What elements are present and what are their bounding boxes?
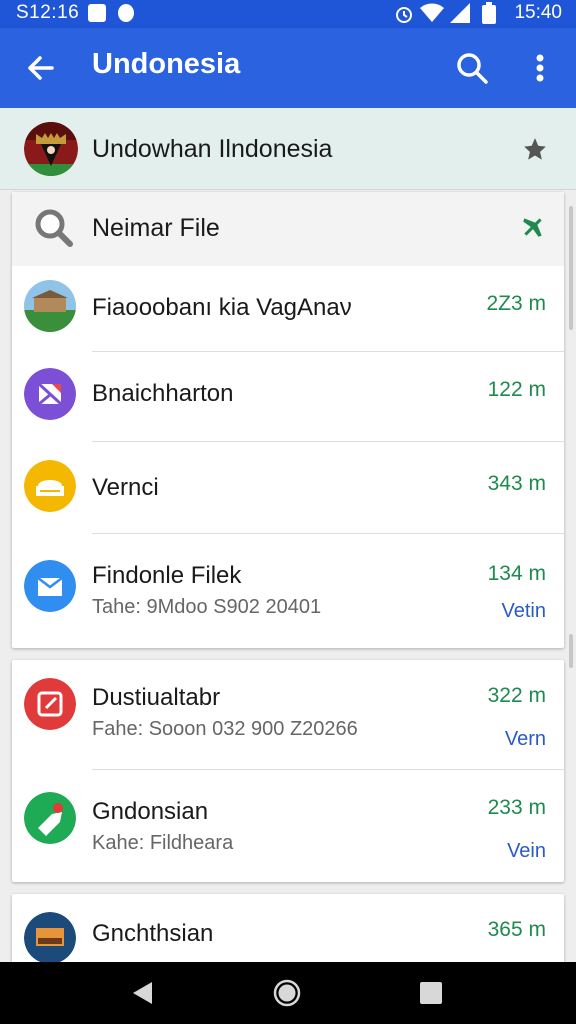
yellow-app-icon [24, 460, 76, 512]
item-distance: 365 m [487, 918, 546, 941]
page-title: Undonesia [92, 48, 241, 80]
item-distance: 122 m [487, 378, 546, 401]
item-name: Fiaooobanı kia VagAnaν [92, 294, 352, 321]
navy-photo-icon [24, 912, 76, 964]
arrow-left-icon[interactable] [22, 50, 58, 86]
list-item[interactable]: Gndonsian Kahe: Fildheara 233 m Vein [12, 770, 564, 882]
magnifier-icon [35, 209, 73, 247]
landmark-photo-icon [24, 280, 76, 332]
nav-back-icon[interactable] [128, 978, 158, 1008]
view-link[interactable]: Vern [505, 728, 546, 751]
alarm-icon [396, 7, 412, 23]
purple-app-icon [24, 368, 76, 420]
item-subtitle: Kahe: Fildheara [92, 832, 234, 854]
results-card: Dustiualtabr Fahe: Sooon 032 900 Z20266 … [12, 660, 564, 882]
status-time-left: S12:16 [16, 2, 80, 23]
wifi-icon [420, 3, 444, 22]
item-distance: 134 m [487, 562, 546, 585]
item-name: Dustiualtabr [92, 684, 221, 711]
green-map-icon [24, 792, 76, 844]
search-row[interactable]: Neimar File [12, 192, 564, 266]
item-name: Gnchthsian [92, 920, 214, 947]
scrollbar-track-segment[interactable] [569, 634, 573, 668]
navigation-bar [0, 962, 576, 1024]
gear-icon [118, 4, 134, 22]
scrollbar-thumb[interactable] [569, 206, 573, 330]
item-subtitle: Tahe: 9Mdoo S902 20401 [92, 596, 322, 618]
search-row-label: Neimar File [92, 214, 220, 242]
item-distance: 233 m [487, 796, 546, 819]
status-time-right: 15:40 [514, 2, 562, 23]
pin-icon[interactable] [520, 214, 546, 240]
item-name: Bnaichharton [92, 380, 234, 407]
list-item[interactable]: Dustiualtabr Fahe: Sooon 032 900 Z20266 … [12, 660, 564, 770]
search-icon[interactable] [452, 48, 492, 88]
battery-icon [482, 2, 496, 24]
item-distance: 343 m [487, 472, 546, 495]
notification-icon [88, 4, 106, 22]
app-bar: Undonesia [0, 28, 576, 108]
signal-icon [450, 3, 470, 23]
status-bar: S12:16 15:40 [0, 0, 576, 28]
list-item[interactable]: Bnaichharton 122 m [12, 352, 564, 442]
item-name: Vernci [92, 474, 159, 501]
view-link[interactable]: Vetin [502, 600, 546, 623]
list-item[interactable]: Vernci 343 m [12, 442, 564, 534]
item-distance: 2Z3 m [486, 292, 546, 315]
list-item[interactable]: Fiaooobanı kia VagAnaν 2Z3 m [12, 266, 564, 352]
list-item[interactable]: Findonle Filek Tahe: 9Mdoo S902 20401 13… [12, 534, 564, 646]
item-name: Findonle Filek [92, 562, 242, 589]
nav-recents-icon[interactable] [416, 978, 446, 1008]
nav-home-icon[interactable] [272, 978, 302, 1008]
results-card: Neimar File Fiaooobanı kia VagAnaν 2Z3 m… [12, 192, 564, 648]
folder-blue-icon [24, 560, 76, 612]
item-distance: 322 m [487, 684, 546, 707]
more-vert-icon[interactable] [524, 48, 556, 88]
featured-label: Undowhan Ilndonesia [92, 135, 333, 163]
view-link[interactable]: Vein [507, 840, 546, 863]
item-name: Gndonsian [92, 798, 209, 825]
item-subtitle: Fahe: Sooon 032 900 Z20266 [92, 718, 358, 740]
red-app-icon [24, 678, 76, 730]
featured-row[interactable]: Undowhan Ilndonesia [0, 108, 576, 190]
avatar [24, 122, 78, 176]
star-icon[interactable] [522, 136, 548, 162]
